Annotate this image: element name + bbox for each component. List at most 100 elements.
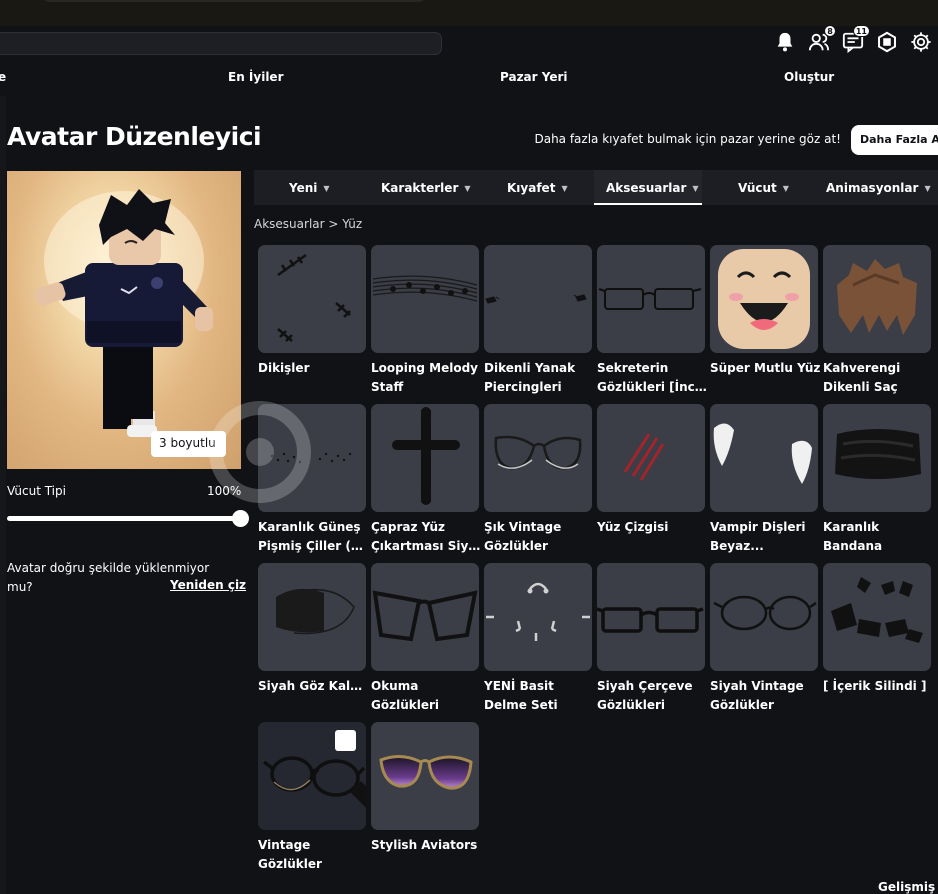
- item-thumbnail[interactable]: [484, 245, 592, 353]
- item-name: Siyah Vintage Gözlükler: [710, 677, 822, 715]
- item-thumbnail[interactable]: [371, 722, 479, 830]
- body-type-slider-thumb[interactable]: [232, 510, 249, 527]
- item-card[interactable]: [ İçerik Silindi ]: [823, 563, 931, 696]
- chevron-down-icon: ▼: [464, 183, 471, 193]
- item-card[interactable]: YENİ Basit Delme Seti: [484, 563, 592, 715]
- tab-animations[interactable]: Animasyonlar ▼: [826, 181, 931, 195]
- item-thumbnail[interactable]: [823, 245, 931, 353]
- chevron-down-icon: ▼: [924, 183, 931, 193]
- item-name-line1: Siyah Göz Kalemi: [258, 679, 370, 693]
- item-thumbnail[interactable]: [484, 563, 592, 671]
- item-thumbnail[interactable]: [258, 722, 366, 830]
- nav-link-partial[interactable]: e: [0, 70, 6, 84]
- tab-clothing[interactable]: Kıyafet ▼: [507, 181, 568, 195]
- item-name-line2: Piercingleri: [484, 380, 562, 394]
- item-name-line1: [ İçerik Silindi ]: [823, 679, 927, 693]
- messages-icon[interactable]: 11: [841, 25, 870, 53]
- tab-characters[interactable]: Karakterler ▼: [381, 181, 471, 195]
- nav-link-charts[interactable]: En İyiler: [228, 70, 284, 84]
- body-type-label: Vücut Tipi: [7, 484, 66, 498]
- item-card[interactable]: Dikişler: [258, 245, 366, 378]
- tab-label: Yeni: [289, 181, 318, 195]
- item-name-line2: Gözlükleri: [371, 698, 439, 712]
- item-thumbnail[interactable]: [371, 563, 479, 671]
- active-tab-underline: [594, 203, 702, 205]
- item-card[interactable]: Okuma Gözlükleri: [371, 563, 479, 715]
- friends-icon[interactable]: 8: [807, 25, 836, 53]
- item-card[interactable]: Süper Mutlu Yüz: [710, 245, 821, 378]
- advanced-link[interactable]: Gelişmiş: [878, 880, 935, 894]
- item-name-line1: Stylish Aviators: [371, 838, 478, 852]
- tab-accessories[interactable]: Aksesuarlar ▼: [606, 181, 699, 195]
- redraw-link[interactable]: Yeniden çiz: [170, 578, 246, 592]
- item-name: Dikenli Yanak Piercingleri: [484, 359, 596, 397]
- item-name-line1: Çapraz Yüz: [371, 520, 446, 534]
- bell-icon[interactable]: [773, 30, 796, 53]
- item-name-line1: YENİ Basit: [484, 679, 554, 693]
- item-thumbnail[interactable]: [371, 245, 479, 353]
- item-name-line1: Şık Vintage: [484, 520, 562, 534]
- item-name-line2: Bandana: [823, 539, 883, 553]
- item-name-line2: Staff: [371, 380, 404, 394]
- item-thumbnail[interactable]: [258, 245, 366, 353]
- watermark-logo: [209, 401, 311, 503]
- item-name: Çapraz Yüz Çıkartması Siyah: [371, 518, 483, 556]
- item-card[interactable]: Karanlık Bandana: [823, 404, 931, 556]
- item-name-line2: Çıkartması Siyah: [371, 539, 483, 553]
- item-name-line1: Siyah Çerçeve: [597, 679, 693, 693]
- item-card[interactable]: Kahverengi Dikenli Saç: [823, 245, 931, 397]
- chevron-down-icon: ▼: [323, 183, 330, 193]
- thin-glasses-icon: [598, 288, 702, 310]
- item-card[interactable]: Siyah Göz Kalemi: [258, 563, 370, 696]
- breadcrumb-parent[interactable]: Aksesuarlar: [254, 217, 325, 231]
- brown-hair-icon: [837, 259, 917, 335]
- item-card[interactable]: Stylish Aviators: [371, 722, 479, 855]
- item-card[interactable]: Siyah Çerçeve Gözlükleri: [597, 563, 705, 715]
- item-name-line2: Gözlükler: [484, 539, 548, 553]
- bandana-icon: [835, 429, 921, 479]
- cheek-piercings-icon: [485, 294, 587, 304]
- nav-link-create[interactable]: Oluştur: [784, 70, 834, 84]
- item-thumbnail[interactable]: [710, 245, 818, 353]
- body-type-slider-track[interactable]: [7, 516, 240, 521]
- breadcrumb-current: Yüz: [342, 217, 363, 231]
- item-name-line2: Dikenli Saç: [823, 380, 898, 394]
- item-name: Sekreterin Gözlükleri [İnce...: [597, 359, 709, 397]
- search-input[interactable]: [0, 32, 442, 55]
- item-name: Vintage Gözlükler: [258, 836, 370, 874]
- item-card[interactable]: Siyah Vintage Gözlükler: [710, 563, 818, 715]
- selected-check-icon: [335, 730, 366, 808]
- reading-glasses-icon: [372, 590, 478, 642]
- robux-icon[interactable]: [875, 30, 898, 53]
- item-name-line1: Süper Mutlu Yüz: [710, 361, 821, 375]
- item-name-line2: Pişmiş Çiller (1.0): [258, 539, 370, 553]
- tab-new[interactable]: Yeni ▼: [289, 181, 330, 195]
- item-name: Siyah Göz Kalemi: [258, 677, 370, 696]
- item-name-line1: Yüz Çizgisi: [597, 520, 669, 534]
- item-card[interactable]: Looping Melody Staff: [371, 245, 479, 397]
- nav-link-marketplace[interactable]: Pazar Yeri: [500, 70, 568, 84]
- item-thumbnail[interactable]: [710, 563, 818, 671]
- item-thumbnail[interactable]: [823, 563, 931, 671]
- item-name-line1: Karanlık: [823, 520, 880, 534]
- item-thumbnail[interactable]: [597, 563, 705, 671]
- item-card[interactable]: Vintage Gözlükler: [258, 722, 366, 874]
- item-card[interactable]: Sekreterin Gözlükleri [İnce...: [597, 245, 709, 397]
- item-name-line1: Okuma: [371, 679, 419, 693]
- item-name-line2: Beyaz...: [710, 539, 764, 553]
- item-name: Looping Melody Staff: [371, 359, 483, 397]
- get-more-button[interactable]: Daha Fazla Al: [851, 125, 938, 155]
- tab-body[interactable]: Vücut ▼: [738, 181, 789, 195]
- breadcrumb: Aksesuarlar > Yüz: [254, 217, 362, 231]
- item-name-line2: Gözlükler: [710, 698, 774, 712]
- item-thumbnail[interactable]: [597, 245, 705, 353]
- item-thumbnail[interactable]: [258, 563, 366, 671]
- item-name: YENİ Basit Delme Seti: [484, 677, 596, 715]
- tab-label: Aksesuarlar: [606, 181, 687, 195]
- item-card[interactable]: Dikenli Yanak Piercingleri: [484, 245, 592, 397]
- item-name: Karanlık Güneş Pişmiş Çiller (1.0): [258, 518, 370, 556]
- item-thumbnail[interactable]: [823, 404, 931, 512]
- tab-label: Vücut: [738, 181, 777, 195]
- gear-icon[interactable]: [909, 30, 932, 53]
- messages-badge: 11: [852, 25, 870, 37]
